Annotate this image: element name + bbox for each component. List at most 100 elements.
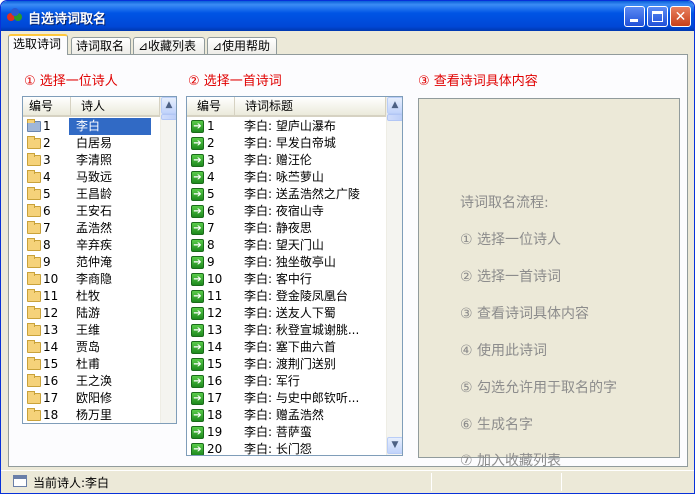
poem-row[interactable]: ➔ 18 李白: 赠孟浩然 bbox=[187, 407, 386, 424]
poem-col-id[interactable]: 编号 bbox=[187, 97, 235, 115]
poem-row[interactable]: ➔ 9 李白: 独坐敬亭山 bbox=[187, 254, 386, 271]
poem-title: 李白: 长门怨 bbox=[244, 442, 312, 456]
poet-id: 14 bbox=[43, 340, 59, 354]
poet-col-name[interactable]: 诗人 bbox=[71, 97, 160, 115]
folder-icon bbox=[27, 408, 41, 421]
poet-row[interactable]: 7 孟浩然 bbox=[23, 220, 160, 237]
close-button[interactable]: ✕ bbox=[670, 6, 691, 27]
poem-row[interactable]: ➔ 20 李白: 长门怨 bbox=[187, 441, 386, 456]
folder-icon bbox=[27, 170, 41, 183]
arrow-right-icon: ➔ bbox=[191, 375, 204, 388]
tab-favorites[interactable]: ⊿收藏列表 bbox=[133, 37, 205, 55]
poem-content-area: 诗词取名流程: ① 选择一位诗人 ② 选择一首诗词 ③ 查看诗词具体内容 ④ 使… bbox=[418, 98, 680, 469]
poem-row[interactable]: ➔ 1 李白: 望庐山瀑布 bbox=[187, 118, 386, 135]
poem-id: 15 bbox=[207, 357, 223, 371]
poet-row[interactable]: 16 王之涣 bbox=[23, 373, 160, 390]
poem-row[interactable]: ➔ 3 李白: 赠汪伦 bbox=[187, 152, 386, 169]
poet-id: 5 bbox=[43, 187, 51, 201]
poet-row[interactable]: 5 王昌龄 bbox=[23, 186, 160, 203]
poem-scrollbar[interactable]: ▲ ▼ bbox=[386, 97, 402, 455]
poem-row[interactable]: ➔ 7 李白: 静夜思 bbox=[187, 220, 386, 237]
poem-row[interactable]: ➔ 13 李白: 秋登宣城谢朓... bbox=[187, 322, 386, 339]
poet-row[interactable]: 6 王安石 bbox=[23, 203, 160, 220]
step-2-label: ② 选择一首诗词 bbox=[188, 74, 282, 89]
minimize-button[interactable] bbox=[624, 6, 645, 27]
poem-scroll-thumb[interactable] bbox=[387, 114, 402, 121]
poem-title: 李白: 早发白帝城 bbox=[244, 136, 336, 150]
poem-row[interactable]: ➔ 15 李白: 渡荆门送别 bbox=[187, 356, 386, 373]
poet-col-id[interactable]: 编号 bbox=[23, 97, 71, 115]
poet-row[interactable]: 8 辛弃疾 bbox=[23, 237, 160, 254]
poet-name: 王安石 bbox=[76, 204, 113, 218]
poem-row[interactable]: ➔ 10 李白: 客中行 bbox=[187, 271, 386, 288]
poet-row[interactable]: 11 杜牧 bbox=[23, 288, 160, 305]
scroll-up-icon[interactable]: ▲ bbox=[387, 97, 402, 114]
poem-title: 李白: 送友人下蜀 bbox=[244, 306, 336, 320]
poem-row[interactable]: ➔ 11 李白: 登金陵凤凰台 bbox=[187, 288, 386, 305]
poem-title: 李白: 塞下曲六首 bbox=[244, 340, 336, 354]
poem-title: 李白: 登金陵凤凰台 bbox=[244, 289, 348, 303]
poet-name: 白居易 bbox=[76, 136, 113, 150]
tab-poem-naming[interactable]: 诗词取名 bbox=[71, 37, 131, 55]
poem-row[interactable]: ➔ 5 李白: 送孟浩然之广陵 bbox=[187, 186, 386, 203]
poet-id: 12 bbox=[43, 306, 59, 320]
poem-list-header: 编号 诗词标题 bbox=[187, 97, 386, 117]
poem-row[interactable]: ➔ 12 李白: 送友人下蜀 bbox=[187, 305, 386, 322]
poem-row[interactable]: ➔ 14 李白: 塞下曲六首 bbox=[187, 339, 386, 356]
poem-row[interactable]: ➔ 16 李白: 军行 bbox=[187, 373, 386, 390]
poem-id: 10 bbox=[207, 272, 223, 286]
poet-row[interactable]: 9 范仲淹 bbox=[23, 254, 160, 271]
folder-icon bbox=[27, 187, 41, 200]
poet-row[interactable]: 14 贾岛 bbox=[23, 339, 160, 356]
poet-id: 1 bbox=[43, 119, 51, 133]
title-bar[interactable]: 自选诗词取名 ✕ bbox=[1, 1, 694, 31]
poet-list[interactable]: 编号 诗人 1 李白 2 白居易 3 李清照 4 马致远 5 王昌龄 6 王安石 7 孟浩然 8 辛弃疾 9 范仲… bbox=[22, 96, 177, 424]
poem-row[interactable]: ➔ 19 李白: 菩萨蛮 bbox=[187, 424, 386, 441]
tab-help[interactable]: ⊿使用帮助 bbox=[207, 37, 277, 55]
poet-row[interactable]: 12 陆游 bbox=[23, 305, 160, 322]
folder-icon bbox=[27, 306, 41, 319]
poem-id: 4 bbox=[207, 170, 215, 184]
poem-title: 李白: 秋登宣城谢朓... bbox=[244, 323, 360, 337]
maximize-button[interactable] bbox=[647, 6, 668, 27]
poem-title: 李白: 望天门山 bbox=[244, 238, 324, 252]
tab-select-poem[interactable]: 选取诗词 bbox=[8, 34, 68, 55]
poem-row[interactable]: ➔ 8 李白: 望天门山 bbox=[187, 237, 386, 254]
process-step-1: ① 选择一位诗人 bbox=[460, 232, 562, 248]
step-1-label: ① 选择一位诗人 bbox=[24, 74, 118, 89]
folder-icon bbox=[27, 289, 41, 302]
poet-row[interactable]: 1 李白 bbox=[23, 118, 160, 135]
poet-row[interactable]: 15 杜甫 bbox=[23, 356, 160, 373]
status-separator bbox=[431, 473, 432, 491]
folder-icon bbox=[27, 323, 41, 336]
poet-row[interactable]: 4 马致远 bbox=[23, 169, 160, 186]
poet-name: 王之涣 bbox=[76, 374, 113, 388]
arrow-right-icon: ➔ bbox=[191, 171, 204, 184]
poet-row[interactable]: 13 王维 bbox=[23, 322, 160, 339]
poet-row[interactable]: 18 杨万里 bbox=[23, 407, 160, 423]
poem-id: 14 bbox=[207, 340, 223, 354]
poem-row[interactable]: ➔ 2 李白: 早发白帝城 bbox=[187, 135, 386, 152]
poem-title: 李白: 渡荆门送别 bbox=[244, 357, 336, 371]
poet-row[interactable]: 3 李清照 bbox=[23, 152, 160, 169]
poet-scrollbar[interactable]: ▲ bbox=[160, 97, 176, 423]
status-separator bbox=[561, 473, 562, 491]
folder-icon bbox=[27, 221, 41, 234]
poem-list[interactable]: 编号 诗词标题 ➔ 1 李白: 望庐山瀑布 ➔ 2 李白: 早发白帝城 ➔ 3 李白: 赠汪伦 ➔… bbox=[186, 96, 403, 456]
poem-id: 18 bbox=[207, 408, 223, 422]
arrow-right-icon: ➔ bbox=[191, 239, 204, 252]
scroll-up-icon[interactable]: ▲ bbox=[161, 97, 176, 114]
arrow-right-icon: ➔ bbox=[191, 307, 204, 320]
poet-row[interactable]: 17 欧阳修 bbox=[23, 390, 160, 407]
poem-row[interactable]: ➔ 4 李白: 咏苎萝山 bbox=[187, 169, 386, 186]
poet-scroll-thumb[interactable] bbox=[161, 114, 176, 120]
process-step-7: ⑦ 加入收藏列表 bbox=[460, 453, 562, 469]
poem-row[interactable]: ➔ 6 李白: 夜宿山寺 bbox=[187, 203, 386, 220]
poet-row[interactable]: 2 白居易 bbox=[23, 135, 160, 152]
scroll-down-icon[interactable]: ▼ bbox=[387, 437, 402, 454]
poem-title: 李白: 客中行 bbox=[244, 272, 312, 286]
poet-row[interactable]: 10 李商隐 bbox=[23, 271, 160, 288]
poem-col-title[interactable]: 诗词标题 bbox=[235, 97, 386, 115]
folder-icon bbox=[27, 272, 41, 285]
poem-row[interactable]: ➔ 17 李白: 与史中郎钦听... bbox=[187, 390, 386, 407]
